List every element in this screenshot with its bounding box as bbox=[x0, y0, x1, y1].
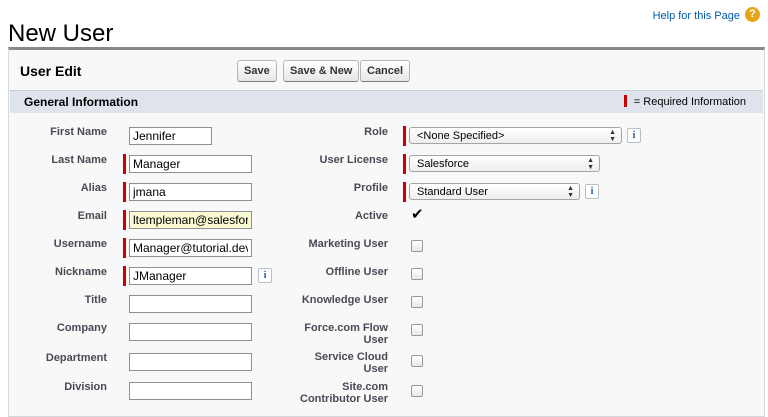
save-button[interactable]: Save bbox=[237, 60, 277, 82]
required-indicator bbox=[403, 154, 406, 174]
force-com-flow-user-label: Force.com Flow User bbox=[291, 322, 388, 346]
user-edit-panel: User Edit Save Save & New Cancel General… bbox=[8, 47, 765, 417]
required-indicator bbox=[123, 210, 126, 230]
user-license-select[interactable]: Salesforce ▲ ▼ bbox=[409, 155, 600, 172]
profile-select[interactable]: Standard User ▲ ▼ bbox=[409, 183, 580, 200]
label-line: Force.com Flow bbox=[304, 322, 388, 334]
department-label: Department bbox=[45, 352, 107, 364]
alias-label: Alias bbox=[80, 182, 107, 194]
first-name-input[interactable] bbox=[129, 127, 212, 145]
label-line: Service Cloud bbox=[314, 351, 388, 363]
active-checkmark-icon[interactable]: ✔ bbox=[411, 205, 424, 223]
label-line: Contributor User bbox=[300, 393, 388, 405]
select-arrows-icon: ▲ ▼ bbox=[609, 129, 616, 143]
profile-select-value: Standard User bbox=[417, 186, 488, 198]
required-indicator bbox=[123, 182, 126, 202]
profile-info-icon[interactable]: i bbox=[585, 184, 599, 199]
help-link[interactable]: Help for this Page bbox=[653, 10, 740, 22]
offline-user-label: Offline User bbox=[325, 266, 388, 278]
page-title: New User bbox=[8, 20, 114, 48]
nickname-label: Nickname bbox=[55, 266, 107, 278]
knowledge-user-checkbox[interactable] bbox=[411, 296, 423, 308]
site-com-contributor-user-label: Site.com Contributor User bbox=[291, 381, 388, 405]
panel-header: User Edit Save Save & New Cancel bbox=[9, 50, 764, 90]
email-input[interactable] bbox=[129, 211, 252, 229]
help-icon[interactable]: ? bbox=[745, 7, 760, 22]
service-cloud-user-label: Service Cloud User bbox=[291, 351, 388, 375]
nickname-info-icon[interactable]: i bbox=[258, 268, 272, 283]
section-title: General Information bbox=[24, 95, 139, 109]
last-name-label: Last Name bbox=[51, 154, 107, 166]
role-select-value: <None Specified> bbox=[417, 130, 505, 142]
company-label: Company bbox=[56, 322, 107, 334]
required-indicator bbox=[123, 238, 126, 258]
required-indicator bbox=[403, 126, 406, 146]
role-info-icon[interactable]: i bbox=[627, 128, 641, 143]
label-line: User bbox=[363, 334, 388, 346]
alias-input[interactable] bbox=[129, 183, 252, 201]
force-com-flow-user-checkbox[interactable] bbox=[411, 324, 423, 336]
title-label: Title bbox=[84, 294, 107, 306]
division-label: Division bbox=[64, 381, 107, 393]
required-indicator bbox=[623, 95, 627, 107]
required-indicator bbox=[403, 182, 406, 202]
cancel-button[interactable]: Cancel bbox=[360, 60, 411, 82]
knowledge-user-label: Knowledge User bbox=[301, 294, 388, 306]
label-line: Site.com bbox=[342, 381, 388, 393]
nickname-input[interactable] bbox=[129, 267, 252, 285]
panel-title: User Edit bbox=[20, 63, 82, 79]
role-select[interactable]: <None Specified> ▲ ▼ bbox=[409, 127, 622, 144]
required-legend: = Required Information bbox=[623, 95, 746, 108]
required-indicator bbox=[123, 154, 126, 174]
username-input[interactable] bbox=[129, 239, 252, 257]
general-information-section-header: General Information = Required Informati… bbox=[10, 90, 763, 113]
username-label: Username bbox=[53, 238, 107, 250]
select-arrows-icon: ▲ ▼ bbox=[567, 185, 574, 199]
required-indicator bbox=[123, 266, 126, 286]
service-cloud-user-checkbox[interactable] bbox=[411, 355, 423, 367]
company-input[interactable] bbox=[129, 323, 252, 341]
last-name-input[interactable] bbox=[129, 155, 252, 173]
active-label: Active bbox=[354, 210, 388, 222]
offline-user-checkbox[interactable] bbox=[411, 268, 423, 280]
first-name-label: First Name bbox=[50, 126, 107, 138]
user-license-select-value: Salesforce bbox=[417, 158, 469, 170]
marketing-user-checkbox[interactable] bbox=[411, 240, 423, 252]
department-input[interactable] bbox=[129, 353, 252, 371]
site-com-contributor-user-checkbox[interactable] bbox=[411, 385, 423, 397]
title-input[interactable] bbox=[129, 295, 252, 313]
label-line: User bbox=[363, 363, 388, 375]
email-label: Email bbox=[77, 210, 107, 222]
select-arrows-icon: ▲ ▼ bbox=[587, 157, 594, 171]
profile-label: Profile bbox=[353, 182, 388, 194]
user-license-label: User License bbox=[319, 154, 388, 166]
division-input[interactable] bbox=[129, 382, 252, 400]
marketing-user-label: Marketing User bbox=[308, 238, 388, 250]
save-and-new-button[interactable]: Save & New bbox=[283, 60, 360, 82]
role-label: Role bbox=[364, 126, 388, 138]
required-legend-text: = Required Information bbox=[633, 96, 746, 108]
